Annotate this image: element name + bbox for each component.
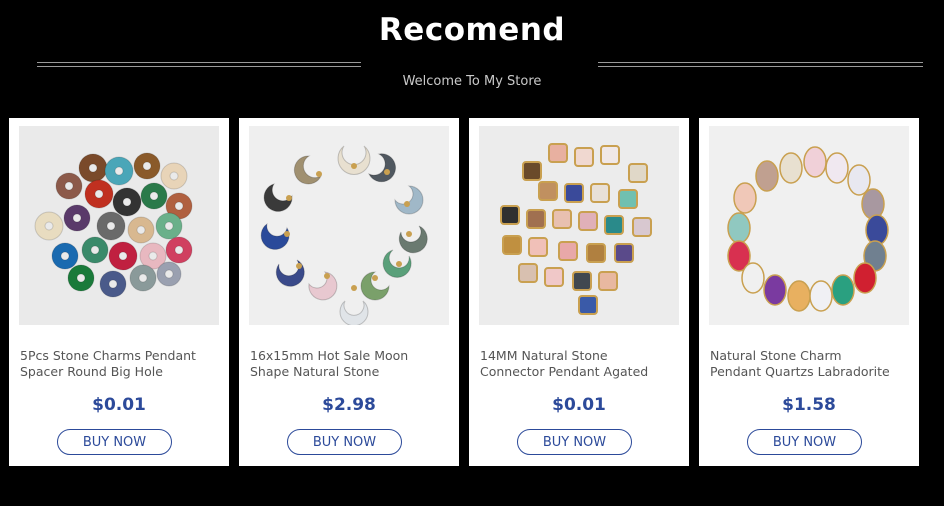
product-title-line: Connector Pendant Agated: [480, 364, 649, 379]
product-title-line: Shape Natural Stone: [250, 364, 380, 379]
product-card[interactable]: 16x15mm Hot Sale Moon Shape Natural Ston…: [239, 118, 459, 466]
divider-left: [37, 62, 361, 67]
buy-now-button[interactable]: BUY NOW: [287, 429, 402, 455]
buy-now-button[interactable]: BUY NOW: [747, 429, 862, 455]
product-title[interactable]: 5Pcs Stone Charms Pendant Spacer Round B…: [20, 348, 220, 380]
product-image-donut-beads[interactable]: [19, 126, 219, 325]
product-title-line: Pendant Quartzs Labradorite: [710, 364, 890, 379]
product-title[interactable]: Natural Stone Charm Pendant Quartzs Labr…: [710, 348, 910, 380]
product-title-line: 14MM Natural Stone: [480, 348, 608, 363]
product-image-moon-pendants[interactable]: [249, 126, 449, 325]
product-card[interactable]: 14MM Natural Stone Connector Pendant Aga…: [469, 118, 689, 466]
product-title[interactable]: 14MM Natural Stone Connector Pendant Aga…: [480, 348, 680, 380]
product-title[interactable]: 16x15mm Hot Sale Moon Shape Natural Ston…: [250, 348, 450, 380]
product-title-line: 16x15mm Hot Sale Moon: [250, 348, 409, 363]
section-subtitle: Welcome To My Store: [402, 74, 542, 89]
product-price: $0.01: [552, 395, 606, 415]
product-image-teardrop-pendants[interactable]: [709, 126, 909, 325]
product-card[interactable]: 5Pcs Stone Charms Pendant Spacer Round B…: [9, 118, 229, 466]
buy-now-button[interactable]: BUY NOW: [517, 429, 632, 455]
product-price: $0.01: [92, 395, 146, 415]
product-card[interactable]: Natural Stone Charm Pendant Quartzs Labr…: [699, 118, 919, 466]
product-title-line: Spacer Round Big Hole: [20, 364, 163, 379]
section-title: Recomend: [378, 12, 566, 48]
product-grid: 5Pcs Stone Charms Pendant Spacer Round B…: [9, 118, 919, 466]
product-price: $2.98: [322, 395, 376, 415]
divider-right: [598, 62, 923, 67]
product-title-line: 5Pcs Stone Charms Pendant: [20, 348, 196, 363]
product-image-square-connectors[interactable]: [479, 126, 679, 325]
buy-now-button[interactable]: BUY NOW: [57, 429, 172, 455]
product-title-line: Natural Stone Charm: [710, 348, 842, 363]
product-price: $1.58: [782, 395, 836, 415]
